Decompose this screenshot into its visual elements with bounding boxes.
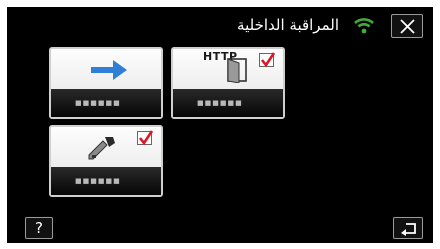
return-icon bbox=[401, 223, 416, 236]
http-door-icon bbox=[227, 58, 247, 83]
checkbox-checked bbox=[259, 52, 276, 68]
tile-label: ■■■■■■ bbox=[75, 99, 121, 107]
camera-screen: المراقبة الداخلية ■■■■■■ HTTP ■■■■■■ ■■■… bbox=[7, 7, 433, 243]
tile-label: ■■■■■■ bbox=[197, 99, 243, 107]
check-icon bbox=[260, 52, 276, 68]
arrow-right-icon bbox=[91, 60, 127, 80]
page-title: المراقبة الداخلية bbox=[237, 16, 339, 34]
tile-http[interactable]: HTTP ■■■■■■ bbox=[171, 47, 285, 119]
wifi-icon bbox=[353, 16, 375, 34]
close-icon bbox=[400, 19, 415, 34]
check-icon bbox=[138, 130, 154, 146]
tile-key[interactable]: ■■■■■■ bbox=[49, 125, 163, 197]
close-button[interactable] bbox=[391, 14, 423, 38]
back-button[interactable] bbox=[393, 217, 423, 239]
key-icon bbox=[88, 137, 115, 160]
help-button[interactable]: ? bbox=[25, 217, 53, 239]
tile-arrow[interactable]: ■■■■■■ bbox=[49, 47, 163, 119]
tile-label: ■■■■■■ bbox=[75, 177, 121, 185]
checkbox-checked bbox=[137, 130, 154, 146]
